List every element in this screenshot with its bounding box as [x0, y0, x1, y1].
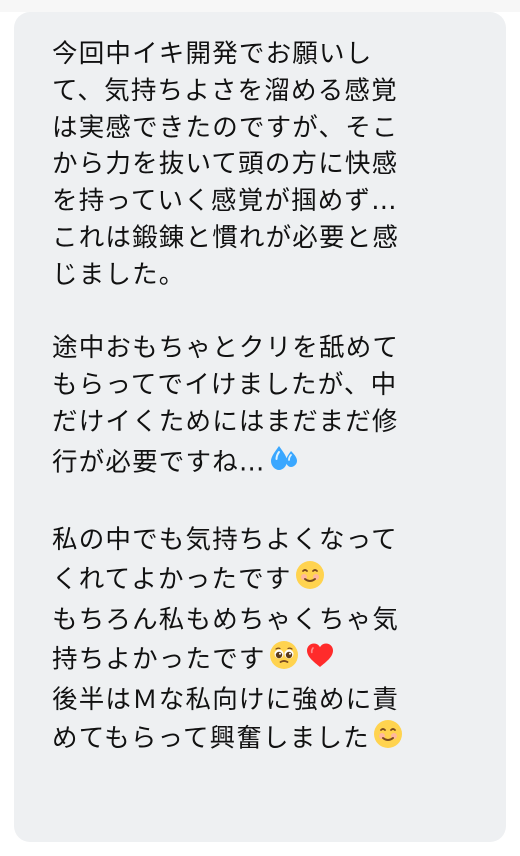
message-line: は実感できたのですが、そこ — [52, 112, 399, 143]
message-line-with-emoji: くれてよかったです — [52, 559, 476, 602]
message-line-text: めてもらって興奮しました — [52, 723, 370, 754]
message-line-with-emoji: 行が必要ですね… — [52, 441, 476, 486]
message-line: から力を抜いて頭の方に快感 — [52, 149, 399, 180]
sweat-droplets-icon — [268, 441, 302, 486]
smiling-face-icon — [372, 718, 404, 761]
message-line: 途中おもちゃとクリを舐めて — [52, 333, 400, 364]
message-line-with-emoji: めてもらって興奮しました — [52, 718, 476, 761]
message-line: これは鍛錬と慣れが必要と感 — [52, 222, 400, 253]
message-line: 今回中イキ開発でお願いし — [52, 39, 373, 69]
message-line: もらってでイけましたが、中 — [52, 370, 398, 401]
pleading-face-icon — [268, 639, 300, 682]
message-line: もちろん私もめちゃくちゃ気 — [52, 604, 400, 635]
top-strip — [0, 0, 520, 12]
message-line-text: くれてよかったです — [52, 564, 292, 595]
message-line-with-emoji: 持ちよかったです — [52, 639, 476, 682]
message-line: だけイくためにはまだまだ修 — [52, 406, 399, 437]
message-line: 私の中でも気持ちよくなって — [52, 525, 398, 556]
message-line: を持っていく感覚が掴めず… — [52, 186, 398, 217]
message-text: 今回中イキ開発でお願いし て、気持ちよさを溜める感覚 は実感できたのですが、そこ… — [52, 36, 476, 761]
message-line: じました。 — [52, 259, 186, 290]
message-line: 後半はＭな私向けに強めに責 — [52, 684, 400, 715]
message-line: て、気持ちよさを溜める感覚 — [52, 75, 398, 106]
message-line-text: 行が必要ですね… — [52, 447, 266, 478]
message-line-text: 持ちよかったです — [52, 644, 266, 675]
red-heart-icon — [304, 639, 336, 682]
smiling-face-icon — [294, 559, 326, 602]
message-bubble[interactable]: 今回中イキ開発でお願いし て、気持ちよさを溜める感覚 は実感できたのですが、そこ… — [14, 12, 506, 842]
